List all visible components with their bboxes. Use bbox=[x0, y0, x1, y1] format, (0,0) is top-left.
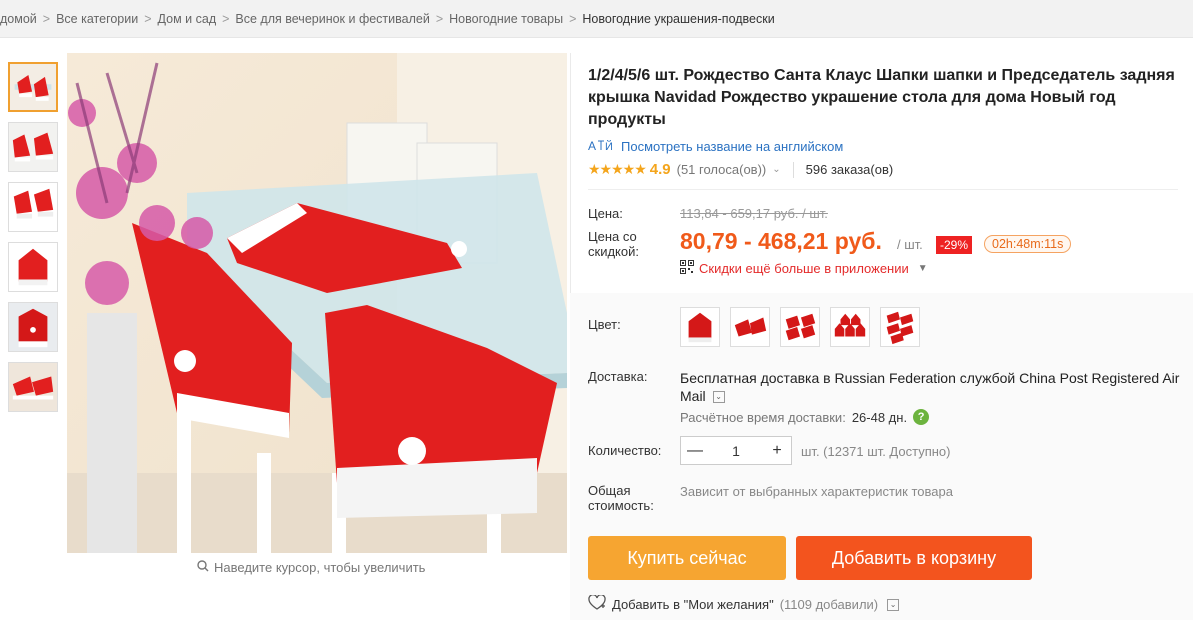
orders-count: 596 заказа(ов) bbox=[805, 162, 894, 177]
add-to-cart-button[interactable]: Добавить в корзину bbox=[796, 536, 1032, 580]
price-unit: / шт. bbox=[897, 237, 923, 252]
thumbnail-5[interactable] bbox=[8, 302, 58, 352]
star-rating-icon: ★★★★★ bbox=[588, 161, 647, 177]
total-label: Общая стоимость: bbox=[588, 483, 654, 513]
help-icon[interactable]: ? bbox=[913, 409, 930, 425]
wishlist-label[interactable]: Добавить в "Мои желания" bbox=[612, 597, 774, 612]
chevron-down-icon[interactable]: ⌄ bbox=[712, 391, 725, 404]
color-option-3[interactable] bbox=[780, 307, 820, 347]
svg-text:A: A bbox=[588, 139, 596, 152]
divider bbox=[588, 189, 1178, 190]
old-price: 113,84 - 659,17 руб. / шт. bbox=[680, 206, 828, 221]
thumbnail-list bbox=[8, 62, 58, 422]
color-option-5[interactable] bbox=[880, 307, 920, 347]
delivery-eta: Расчётное время доставки: 26-48 дн. ? bbox=[680, 409, 930, 425]
color-swatches bbox=[680, 307, 920, 347]
product-title: 1/2/4/5/6 шт. Рождество Санта Клаус Шапк… bbox=[588, 67, 1175, 128]
breadcrumb-separator: > bbox=[144, 11, 152, 26]
chevron-down-icon[interactable]: ⌄ bbox=[772, 164, 780, 175]
translate-link-text[interactable]: Посмотреть название на английском bbox=[621, 139, 843, 154]
qr-code-icon bbox=[680, 260, 694, 277]
wishlist-count: (1109 добавили) bbox=[779, 597, 879, 612]
translate-link[interactable]: AЙ Посмотреть название на английском bbox=[588, 138, 843, 155]
divider bbox=[792, 161, 794, 178]
breadcrumb-separator: > bbox=[42, 11, 51, 26]
quantity-decrease-button[interactable]: — bbox=[681, 442, 709, 460]
thumbnail-1[interactable] bbox=[8, 62, 58, 112]
rating-row: ★★★★★ 4.9 (51 голоса(ов)) ⌄ 596 заказа(о… bbox=[588, 161, 893, 178]
breadcrumb-home-garden[interactable]: Дом и сад bbox=[158, 12, 217, 26]
svg-text:Й: Й bbox=[605, 140, 613, 152]
thumbnail-3[interactable] bbox=[8, 182, 58, 232]
color-label: Цвет: bbox=[588, 317, 621, 332]
breadcrumb: домой > Все категории > Дом и сад > Все … bbox=[0, 0, 1193, 38]
color-option-1[interactable] bbox=[680, 307, 720, 347]
zoom-hint-text: Наведите курсор, чтобы увеличить bbox=[214, 560, 426, 575]
discount-price-label: Цена со скидкой: bbox=[588, 229, 639, 259]
wishlist-row[interactable]: Добавить в "Мои желания" (1109 добавили)… bbox=[588, 594, 900, 614]
current-price: 80,79 - 468,21 руб. bbox=[680, 228, 882, 254]
quantity-stepper: — 1 + bbox=[680, 436, 792, 465]
breadcrumb-separator: > bbox=[222, 11, 230, 26]
rating-votes[interactable]: (51 голоса(ов)) bbox=[677, 162, 767, 177]
eta-label: Расчётное время доставки: bbox=[680, 409, 846, 425]
delivery-prefix: Бесплатная доставка bbox=[680, 370, 820, 386]
stock-available: шт. (12371 шт. Доступно) bbox=[801, 444, 951, 459]
thumbnail-4[interactable] bbox=[8, 242, 58, 292]
price-label: Цена: bbox=[588, 206, 623, 221]
color-option-2[interactable] bbox=[730, 307, 770, 347]
zoom-hint: Наведите курсор, чтобы увеличить bbox=[197, 560, 425, 575]
delivery-label: Доставка: bbox=[588, 369, 648, 384]
breadcrumb-all-categories[interactable]: Все категории bbox=[56, 12, 138, 26]
total-value: Зависит от выбранных характеристик товар… bbox=[680, 484, 953, 499]
quantity-input[interactable]: 1 bbox=[709, 443, 763, 459]
rating-score: 4.9 bbox=[649, 161, 671, 178]
breadcrumb-new-year[interactable]: Новогодние товары bbox=[449, 12, 563, 26]
color-option-4[interactable] bbox=[830, 307, 870, 347]
countdown-timer: 02h:48m:11s bbox=[984, 235, 1072, 253]
eta-value: 26-48 дн. bbox=[851, 409, 908, 425]
breadcrumb-separator: > bbox=[569, 11, 577, 26]
caret-down-icon[interactable]: ▼ bbox=[918, 263, 928, 274]
breadcrumb-current[interactable]: Новогодние украшения-подвески bbox=[582, 12, 774, 26]
breadcrumb-home[interactable]: домой bbox=[0, 12, 37, 26]
heart-plus-icon bbox=[588, 594, 606, 614]
magnifier-icon bbox=[197, 560, 209, 575]
quantity-label: Количество: bbox=[588, 443, 662, 458]
translate-icon: AЙ bbox=[588, 138, 614, 155]
app-promo-text[interactable]: Скидки ещё больше в приложении bbox=[699, 261, 909, 276]
product-info-panel: 1/2/4/5/6 шт. Рождество Санта Клаус Шапк… bbox=[570, 53, 1193, 620]
quantity-increase-button[interactable]: + bbox=[763, 442, 791, 460]
thumbnail-2[interactable] bbox=[8, 122, 58, 172]
delivery-info: Бесплатная доставка в Russian Federation… bbox=[680, 369, 1180, 405]
buy-now-button[interactable]: Купить сейчас bbox=[588, 536, 786, 580]
chevron-down-icon[interactable]: ⌄ bbox=[887, 598, 900, 611]
thumbnail-6[interactable] bbox=[8, 362, 58, 412]
discount-badge: -29% bbox=[936, 236, 973, 254]
app-promo-link[interactable]: Скидки ещё больше в приложении ▼ bbox=[680, 260, 928, 277]
breadcrumb-separator: > bbox=[435, 11, 444, 26]
main-product-image[interactable] bbox=[67, 53, 567, 553]
breadcrumb-party[interactable]: Все для вечеринок и фестивалей bbox=[235, 12, 429, 26]
